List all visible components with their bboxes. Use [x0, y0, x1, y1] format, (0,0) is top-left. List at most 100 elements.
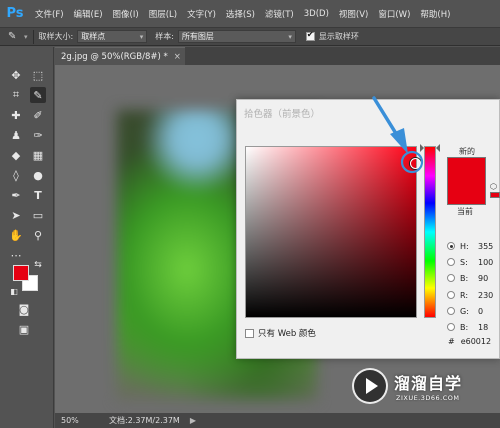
- play-logo-icon: [352, 368, 388, 404]
- menu-select[interactable]: 选择(S): [221, 8, 260, 20]
- eyedropper-icon[interactable]: ✎: [30, 87, 46, 103]
- stamp-icon[interactable]: ♟: [8, 127, 24, 143]
- pen-icon[interactable]: ✒: [8, 187, 24, 203]
- field-label: G:: [460, 306, 469, 316]
- field-value[interactable]: 230: [478, 291, 500, 300]
- history-brush-icon[interactable]: ✑: [30, 127, 46, 143]
- dialog-title: 拾色器（前景色）: [244, 109, 321, 120]
- chevron-down-icon[interactable]: ▾: [24, 33, 28, 41]
- web-only-checkbox[interactable]: [245, 328, 254, 338]
- current-color-swatch[interactable]: [447, 181, 486, 205]
- marquee-icon[interactable]: ⬚: [30, 67, 46, 83]
- swap-colors-icon[interactable]: ⇆: [30, 257, 46, 273]
- crop-icon[interactable]: ⌗: [8, 87, 24, 103]
- type-icon[interactable]: T: [30, 187, 46, 203]
- hand-icon[interactable]: ✋: [8, 227, 24, 243]
- field-value[interactable]: 18: [478, 323, 500, 332]
- radio-red[interactable]: [447, 291, 455, 299]
- field-value[interactable]: 0: [478, 307, 500, 316]
- field-label: R:: [460, 290, 469, 300]
- menu-help[interactable]: 帮助(H): [415, 8, 455, 20]
- radio-green[interactable]: [447, 307, 455, 315]
- field-row-hue[interactable]: H: 355: [447, 240, 500, 252]
- watermark: 溜溜自学 ZIXUE.3D66.COM: [350, 360, 470, 416]
- web-only-option[interactable]: 只有 Web 颜色: [245, 327, 316, 339]
- zoom-icon[interactable]: ⚲: [30, 227, 46, 243]
- hex-label: #: [448, 337, 455, 346]
- out-of-gamut-cube-icon[interactable]: ⬡: [490, 182, 498, 191]
- field-label: B:: [460, 273, 469, 283]
- brush-icon[interactable]: ✐: [30, 107, 46, 123]
- blur-icon[interactable]: ◊: [8, 167, 24, 183]
- hex-field[interactable]: # e60012: [448, 337, 491, 346]
- move-icon[interactable]: ✥: [8, 67, 24, 83]
- divider: [32, 29, 34, 44]
- field-value[interactable]: 355: [478, 242, 500, 251]
- sample-size-select[interactable]: 取样点 ▾: [77, 30, 148, 43]
- menu-layer[interactable]: 图层(L): [144, 8, 182, 20]
- watermark-text: 溜溜自学: [394, 374, 463, 393]
- default-colors-icon[interactable]: ◧: [6, 283, 22, 299]
- sample-size-value: 取样点: [81, 32, 106, 41]
- web-only-label: 只有 Web 颜色: [258, 329, 316, 339]
- quick-mask-icon[interactable]: ◙: [16, 301, 32, 317]
- field-row-blue[interactable]: B: 18: [447, 321, 500, 333]
- radio-saturation[interactable]: [447, 258, 455, 266]
- eraser-icon[interactable]: ◆: [8, 147, 24, 163]
- hue-slider-marker-right[interactable]: [436, 144, 440, 153]
- sample-label: 样本:: [155, 32, 174, 41]
- menu-window[interactable]: 窗口(W): [373, 8, 415, 20]
- field-row-green[interactable]: G: 0: [447, 305, 500, 317]
- eyedropper-icon[interactable]: ✎: [8, 31, 22, 42]
- menu-3d[interactable]: 3D(D): [299, 9, 334, 19]
- field-row-red[interactable]: R: 230: [447, 289, 500, 301]
- show-ring-checkbox[interactable]: [305, 30, 315, 41]
- tools-panel: ✥ ⬚ ⌗ ✎ ✚ ✐ ♟ ✑ ◆ ▦ ◊ ● ✒ T ➤ ▭ ✋ ⚲ ⋯ ⇆ …: [0, 47, 54, 428]
- close-icon[interactable]: ×: [174, 52, 181, 62]
- watermark-url: ZIXUE.3D66.COM: [396, 394, 460, 402]
- new-color-swatch: [447, 157, 486, 181]
- field-label: B:: [460, 322, 469, 332]
- field-label: H:: [460, 241, 469, 251]
- photoshop-logo: Ps: [6, 6, 24, 21]
- menu-file[interactable]: 文件(F): [30, 8, 69, 20]
- more-icon[interactable]: ⋯: [8, 247, 24, 263]
- zoom-level[interactable]: 50%: [61, 416, 101, 425]
- menu-bar: Ps 文件(F) 编辑(E) 图像(I) 图层(L) 文字(Y) 选择(S) 滤…: [0, 0, 500, 27]
- tab-strip: [185, 47, 500, 65]
- rectangle-icon[interactable]: ▭: [30, 207, 46, 223]
- options-bar: ✎ ▾ 取样大小: 取样点 ▾ 样本: 所有图层 ▾ 显示取样环: [0, 27, 500, 46]
- sample-select[interactable]: 所有图层 ▾: [177, 30, 296, 43]
- sample-size-label: 取样大小:: [38, 32, 74, 41]
- radio-brightness[interactable]: [447, 274, 455, 282]
- current-color-label: 当前: [457, 207, 473, 216]
- hex-value[interactable]: e60012: [461, 337, 491, 346]
- gamut-warning-swatch[interactable]: [490, 192, 500, 198]
- healing-icon[interactable]: ✚: [8, 107, 24, 123]
- path-select-icon[interactable]: ➤: [8, 207, 24, 223]
- document-info: 文档:2.37M/2.37M: [109, 416, 180, 425]
- radio-blue[interactable]: [447, 323, 455, 331]
- field-row-saturation[interactable]: S: 100: [447, 256, 500, 268]
- field-value[interactable]: 90: [478, 274, 500, 283]
- document-tab-title: 2g.jpg @ 50%(RGB/8#) *: [61, 51, 168, 62]
- show-ring-label: 显示取样环: [318, 32, 359, 41]
- menu-view[interactable]: 视图(V): [334, 8, 373, 20]
- gradient-icon[interactable]: ▦: [30, 147, 46, 163]
- screen-mode-icon[interactable]: ▣: [16, 321, 32, 337]
- field-row-brightness[interactable]: B: 90: [447, 272, 500, 284]
- menu-image[interactable]: 图像(I): [108, 8, 144, 20]
- radio-hue[interactable]: [447, 242, 455, 250]
- chevron-down-icon: ▾: [288, 33, 292, 41]
- menu-filter[interactable]: 滤镜(T): [260, 8, 299, 20]
- chevron-down-icon: ▾: [139, 33, 144, 41]
- field-value[interactable]: 100: [478, 258, 500, 267]
- menu-edit[interactable]: 编辑(E): [69, 8, 108, 20]
- sample-value: 所有图层: [181, 32, 214, 41]
- foreground-color-swatch[interactable]: [13, 265, 29, 281]
- document-tab[interactable]: 2g.jpg @ 50%(RGB/8#) * ×: [55, 47, 185, 65]
- dodge-icon[interactable]: ●: [30, 167, 46, 183]
- menu-type[interactable]: 文字(Y): [182, 8, 221, 20]
- status-menu-arrow-icon[interactable]: ▶: [190, 416, 196, 425]
- field-label: S:: [460, 257, 468, 267]
